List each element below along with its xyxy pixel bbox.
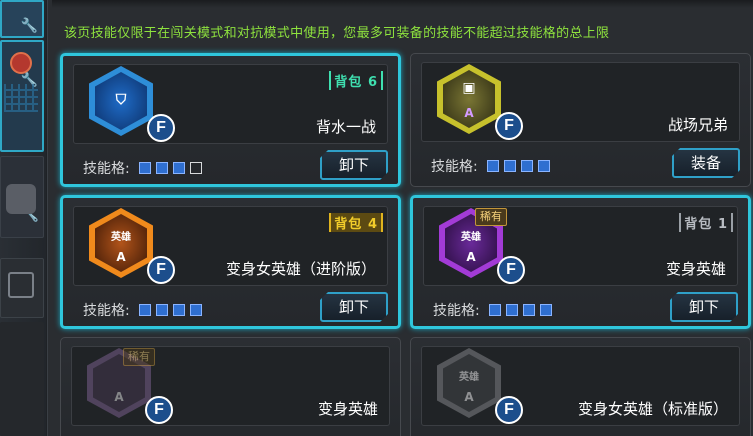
frame-icon [8, 272, 34, 298]
slot-filled [506, 304, 519, 316]
slot-filled [156, 162, 169, 174]
skill-name: 变身女英雄（标准版） [577, 400, 728, 418]
equip-button[interactable]: 装备 [672, 148, 740, 178]
skill-slots: 技能格: [433, 300, 553, 320]
skill-icon: ⛉ [89, 66, 155, 138]
slot-empty [190, 162, 203, 174]
rare-badge: 稀有 [475, 208, 507, 226]
unequip-button[interactable]: 卸下 [320, 292, 388, 322]
skill-name: 变身英雄 [665, 260, 726, 278]
skill-slots: 技能格: [83, 158, 203, 178]
gear-icon [6, 184, 36, 214]
skill-icon: 英雄 A [437, 348, 503, 420]
f-key-icon: F [495, 396, 523, 424]
sidebar-tab-5[interactable] [0, 322, 44, 436]
f-key-icon: F [145, 396, 173, 424]
bag-slot-badge: 背包 4 [329, 213, 383, 232]
unequip-button[interactable]: 卸下 [670, 292, 738, 322]
slot-filled [489, 304, 502, 316]
slots-label: 技能格: [83, 303, 130, 319]
grid-icon [4, 84, 38, 112]
wrench-icon: 🔧 [20, 18, 38, 34]
slots-label: 技能格: [83, 161, 130, 177]
rare-badge: 稀有 [123, 348, 155, 366]
skill-card-3[interactable]: 背包 4 英雄 A F 变身女英雄（进阶版） 技能格: 卸下 [60, 195, 401, 329]
f-key-icon: F [497, 256, 525, 284]
sidebar-tab-1[interactable]: 🔧 [0, 0, 44, 38]
skill-icon: 英雄 A [89, 208, 155, 280]
slot-filled [538, 160, 551, 172]
skill-name: 变身女英雄（进阶版） [225, 260, 376, 278]
skill-card-2[interactable]: ▣ A F 战场兄弟 技能格: 装备 [410, 53, 751, 187]
slot-filled [173, 304, 186, 316]
slots-label: 技能格: [433, 303, 480, 319]
slot-filled [540, 304, 553, 316]
left-sidebar: 🔧 🔧 🔧 [0, 0, 46, 436]
skill-slots: 技能格: [431, 156, 551, 176]
slot-filled [156, 304, 169, 316]
slot-filled [190, 304, 203, 316]
shield-emblem-icon: ⛉ [115, 92, 127, 108]
skill-card-5[interactable]: A 稀有 F 变身英雄 [60, 337, 401, 436]
slot-filled [487, 160, 500, 172]
magnet-icon [10, 52, 32, 74]
skill-icon: ▣ A [437, 64, 503, 136]
skill-equip-screen: 🔧 🔧 🔧 该页技能仅限于在闯关模式和对抗模式中使用，您最多可装备的技能不能超过… [0, 0, 753, 436]
slot-filled [521, 160, 534, 172]
bag-slot-badge: 背包 6 [329, 71, 383, 90]
vehicle-icon: ▣ [462, 80, 476, 96]
bag-slot-badge: 背包 1 [679, 213, 733, 232]
skill-name: 战场兄弟 [667, 116, 728, 134]
notice-text: 该页技能仅限于在闯关模式和对抗模式中使用，您最多可装备的技能不能超过技能格的总上… [64, 26, 610, 41]
unequip-button[interactable]: 卸下 [320, 150, 388, 180]
slot-filled [173, 162, 186, 174]
slot-filled [139, 304, 152, 316]
f-key-icon: F [147, 114, 175, 142]
skill-card-6[interactable]: 英雄 A F 变身女英雄（标准版） [410, 337, 751, 436]
skill-name: 背水一战 [315, 118, 376, 136]
slots-label: 技能格: [431, 159, 478, 175]
slot-filled [523, 304, 536, 316]
slot-filled [139, 162, 152, 174]
skill-card-1[interactable]: 背包 6 ⛉ F 背水一战 技能格: 卸下 [60, 53, 401, 187]
f-key-icon: F [147, 256, 175, 284]
skill-slots: 技能格: [83, 300, 203, 320]
skill-card-4[interactable]: 背包 1 英雄 A 稀有 F 变身英雄 技能格: 卸下 [410, 195, 751, 329]
slot-filled [504, 160, 517, 172]
f-key-icon: F [495, 112, 523, 140]
skill-name: 变身英雄 [317, 400, 378, 418]
panel-top-edge [52, 0, 753, 8]
